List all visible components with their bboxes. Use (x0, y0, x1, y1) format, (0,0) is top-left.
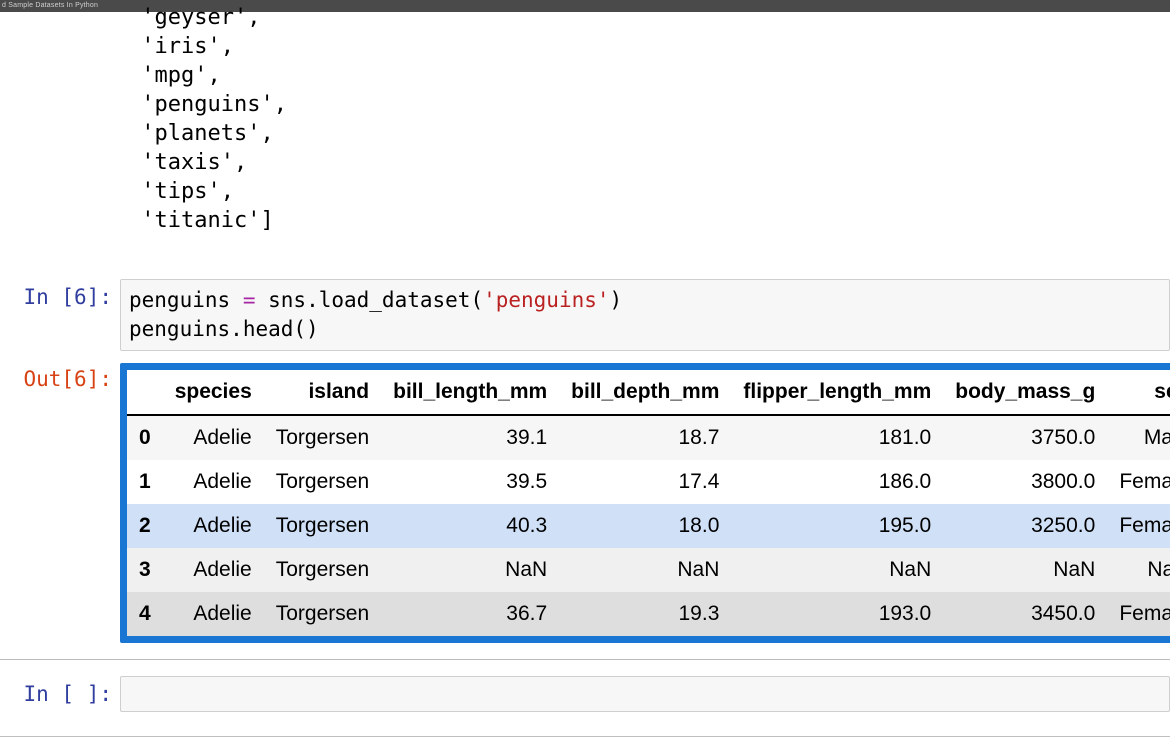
footer-rule (0, 736, 1170, 737)
empty-code-cell[interactable]: In [ ]: (0, 676, 1170, 732)
table-row: 3 Adelie Torgersen NaN NaN NaN NaN NaN (127, 548, 1170, 592)
output-prompt: Out[6]: (22, 361, 120, 391)
col-bill-depth: bill_depth_mm (559, 370, 731, 415)
col-species: species (163, 370, 264, 415)
row-index: 1 (127, 460, 163, 504)
table-row: 0 Adelie Torgersen 39.1 18.7 181.0 3750.… (127, 415, 1170, 460)
table-row: 4 Adelie Torgersen 36.7 19.3 193.0 3450.… (127, 592, 1170, 636)
cell-separator (0, 659, 1170, 660)
code-cell-6[interactable]: In [6]: penguins = sns.load_dataset('pen… (0, 279, 1170, 351)
row-index: 3 (127, 548, 163, 592)
dataframe-highlight-frame: species island bill_length_mm bill_depth… (120, 363, 1170, 643)
row-index: 4 (127, 592, 163, 636)
col-island: island (264, 370, 381, 415)
table-row: 1 Adelie Torgersen 39.5 17.4 186.0 3800.… (127, 460, 1170, 504)
col-flipper-length: flipper_length_mm (731, 370, 943, 415)
col-sex: sex (1107, 370, 1170, 415)
code-editor-empty[interactable] (120, 676, 1170, 712)
table-row: 2 Adelie Torgersen 40.3 18.0 195.0 3250.… (127, 504, 1170, 548)
input-prompt: In [6]: (22, 279, 120, 309)
row-index: 2 (127, 504, 163, 548)
col-body-mass: body_mass_g (943, 370, 1107, 415)
input-prompt-empty: In [ ]: (22, 676, 120, 706)
notebook-area: 'geyser', 'iris', 'mpg', 'penguins', 'pl… (0, 0, 1170, 732)
code-editor[interactable]: penguins = sns.load_dataset('penguins')p… (120, 279, 1170, 351)
output-cell-6: Out[6]: species island bill_length_mm bi… (0, 361, 1170, 643)
row-index: 0 (127, 415, 163, 460)
dataframe-table: species island bill_length_mm bill_depth… (127, 370, 1170, 636)
index-header (127, 370, 163, 415)
table-header-row: species island bill_length_mm bill_depth… (127, 370, 1170, 415)
col-bill-length: bill_length_mm (381, 370, 559, 415)
previous-output: 'geyser', 'iris', 'mpg', 'penguins', 'pl… (128, 3, 1170, 235)
